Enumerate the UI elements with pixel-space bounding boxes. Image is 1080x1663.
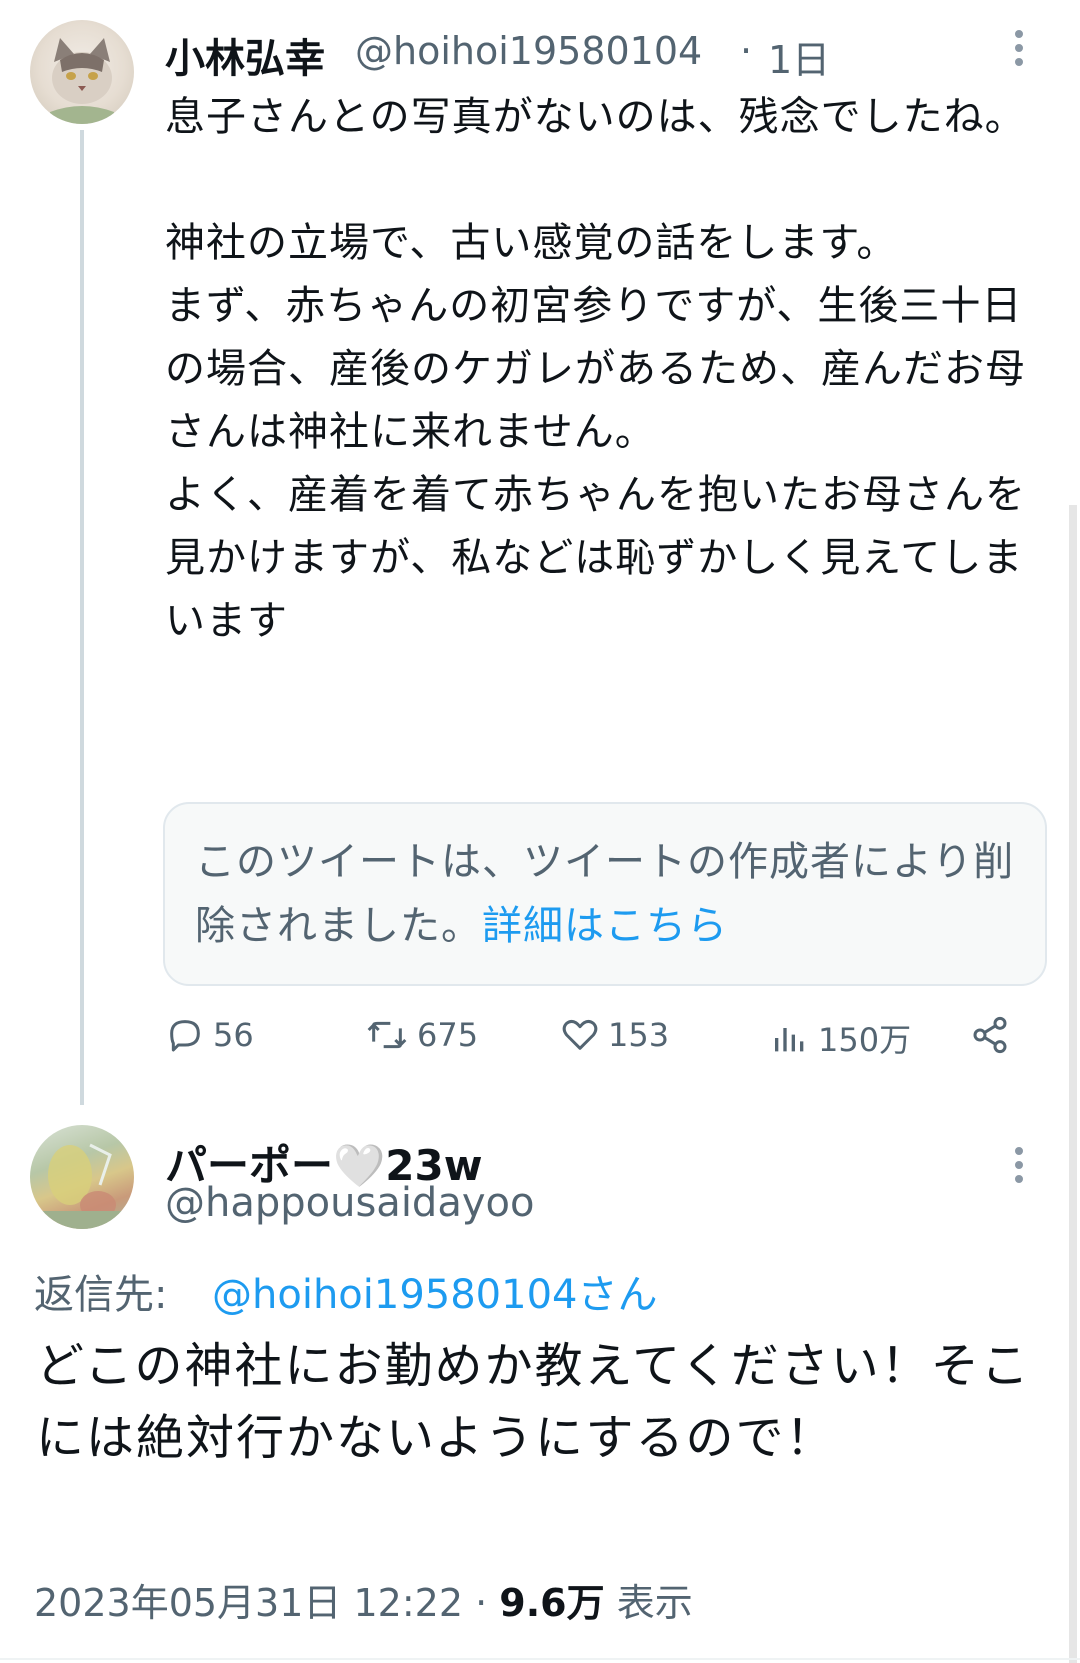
more-icon <box>1015 30 1023 66</box>
reply-author-avatar[interactable] <box>30 1125 134 1229</box>
learn-more-link[interactable]: 詳細はこちら <box>482 903 728 949</box>
tweet-body: 息子さんとの写真がないのは、残念でしたね。 神社の立場で、古い感覚の話をします。… <box>165 94 1026 644</box>
share-icon <box>973 1016 1007 1054</box>
reply-meta: 2023年05月31日 12:22 · 9.6万 表示 <box>34 1572 693 1627</box>
reply-count: 56 <box>213 1016 254 1054</box>
tweet-time[interactable]: 1日 <box>768 29 830 84</box>
retweet-icon <box>367 1021 407 1049</box>
replying-to-label: 返信先: <box>34 1272 168 1318</box>
like-icon <box>562 1019 598 1050</box>
reply-views-count: 9.6万 <box>499 1581 605 1625</box>
like-count: 153 <box>608 1016 670 1054</box>
deleted-quote-card[interactable]: このツイートは、ツイートの作成者により削除されました。詳細はこちら <box>163 802 1047 986</box>
views-button[interactable]: 150万 <box>770 1015 911 1061</box>
reply-button[interactable]: 56 <box>165 1015 254 1055</box>
reply-more-options-button[interactable] <box>1014 1145 1024 1191</box>
reply-timestamp[interactable]: 2023年05月31日 12:22 <box>34 1581 463 1625</box>
like-button[interactable]: 153 <box>560 1015 669 1055</box>
retweet-count: 675 <box>417 1016 479 1054</box>
share-button[interactable] <box>970 1015 1018 1055</box>
more-icon <box>1015 1147 1023 1183</box>
reply-body: どこの神社にお勤めか教えてください！そこには絶対行かないようにするので！ <box>36 1338 1031 1466</box>
cat-avatar-icon <box>50 38 114 124</box>
more-options-button[interactable] <box>1014 28 1024 74</box>
scrollbar[interactable] <box>1069 505 1077 1663</box>
author-avatar[interactable] <box>30 20 134 124</box>
meta-separator: · <box>475 1581 488 1625</box>
thread-connector-line <box>80 130 84 1105</box>
flower-avatar-icon <box>30 1143 134 1229</box>
divider <box>0 1658 1080 1660</box>
reply-views-label: 表示 <box>616 1581 693 1625</box>
tweet-actions: 56 675 153 150万 <box>165 1015 1045 1075</box>
author-handle[interactable]: @hoihoi19580104 <box>355 29 702 73</box>
author-name[interactable]: 小林弘幸 <box>165 26 325 84</box>
views-count: 150万 <box>818 1021 912 1059</box>
reply-author-handle[interactable]: @happousaidayoo <box>165 1180 534 1226</box>
views-icon <box>775 1028 804 1052</box>
retweet-button[interactable]: 675 <box>365 1015 478 1055</box>
meta-separator: · <box>740 29 753 73</box>
replying-to-handle[interactable]: @hoihoi19580104さん <box>212 1262 657 1320</box>
reply-icon <box>170 1020 200 1052</box>
